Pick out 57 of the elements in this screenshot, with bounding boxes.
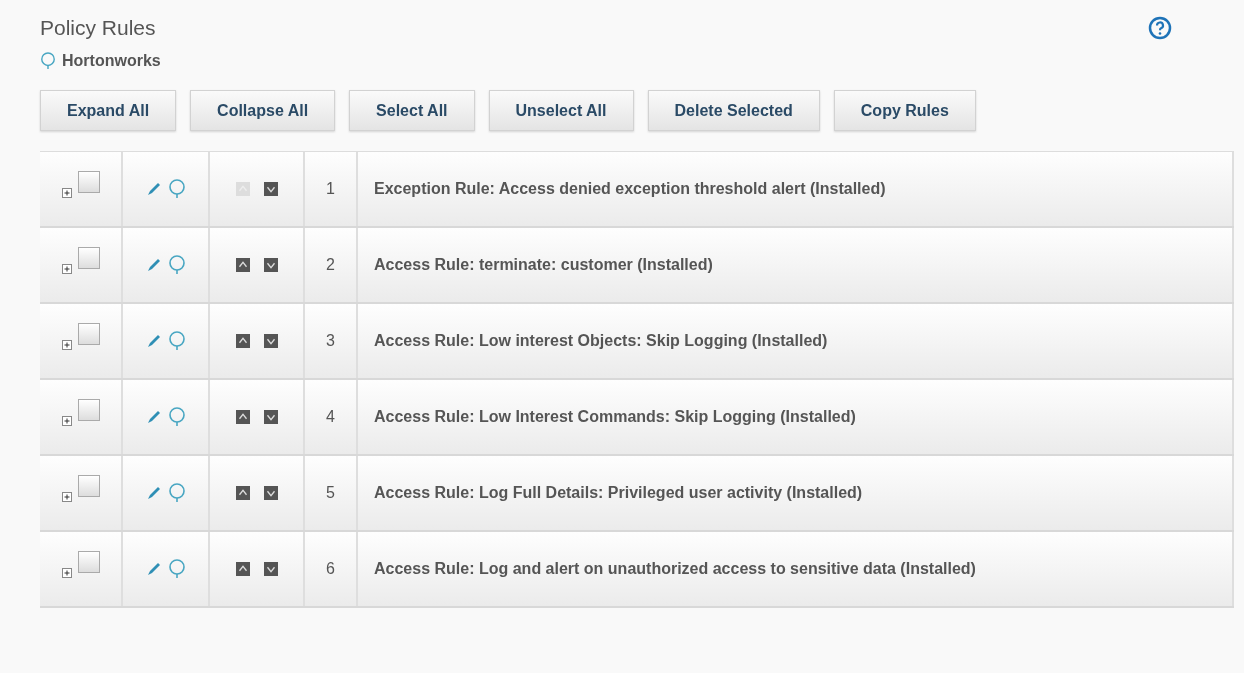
- row-checkbox[interactable]: [77, 323, 100, 345]
- expand-icon[interactable]: [61, 568, 72, 578]
- move-up-icon[interactable]: [235, 258, 250, 272]
- toolbar-button[interactable]: Collapse All: [190, 90, 336, 131]
- expand-icon[interactable]: [61, 340, 72, 350]
- expand-icon[interactable]: [61, 188, 72, 198]
- bubble-icon[interactable]: [40, 52, 56, 70]
- toolbar-button[interactable]: Delete Selected: [647, 90, 820, 131]
- rule-name[interactable]: Access Rule: Low Interest Commands: Skip Logging (Installed): [374, 408, 856, 426]
- rule-number: 4: [326, 408, 335, 426]
- page-title: Policy Rules: [40, 16, 156, 40]
- bubble-icon[interactable]: [167, 407, 186, 427]
- move-down-icon[interactable]: [263, 562, 278, 576]
- rule-number: 6: [326, 560, 335, 578]
- move-down-icon[interactable]: [263, 258, 278, 272]
- toolbar-button[interactable]: Expand All: [40, 90, 177, 131]
- pencil-icon[interactable]: [145, 409, 162, 425]
- move-down-icon[interactable]: [263, 334, 278, 348]
- expand-icon[interactable]: [61, 492, 72, 502]
- bubble-icon[interactable]: [167, 331, 186, 351]
- row-checkbox[interactable]: [77, 399, 100, 421]
- move-up-icon[interactable]: [235, 410, 250, 424]
- rule-name[interactable]: Exception Rule: Access denied exception threshold alert (Installed): [374, 180, 886, 198]
- pencil-icon[interactable]: [145, 333, 162, 349]
- toolbar-button[interactable]: Select All: [349, 90, 475, 131]
- row-checkbox[interactable]: [77, 247, 100, 269]
- toolbar-button[interactable]: Copy Rules: [833, 90, 976, 131]
- rule-number: 2: [326, 256, 335, 274]
- rule-number: 1: [326, 180, 335, 198]
- bubble-icon[interactable]: [167, 255, 186, 275]
- help-icon[interactable]: [1148, 16, 1172, 40]
- row-checkbox[interactable]: [77, 171, 100, 193]
- pencil-icon[interactable]: [145, 485, 162, 501]
- bubble-icon[interactable]: [167, 179, 186, 199]
- rule-name[interactable]: Access Rule: Log and alert on unauthorized access to sensitive data (Installed): [374, 560, 976, 578]
- row-checkbox[interactable]: [77, 551, 100, 573]
- pencil-icon[interactable]: [145, 257, 162, 273]
- rule-name[interactable]: Access Rule: Log Full Details: Privileged user activity (Installed): [374, 484, 863, 502]
- move-down-icon[interactable]: [263, 486, 278, 500]
- expand-icon[interactable]: [61, 416, 72, 426]
- bubble-icon[interactable]: [167, 559, 186, 579]
- row-checkbox[interactable]: [77, 475, 100, 497]
- policy-name: Hortonworks: [62, 52, 161, 70]
- pencil-icon[interactable]: [145, 181, 162, 197]
- rule-name[interactable]: Access Rule: terminate: customer (Installed): [374, 256, 713, 274]
- pencil-icon[interactable]: [145, 561, 162, 577]
- bubble-icon[interactable]: [167, 483, 186, 503]
- toolbar-button[interactable]: Unselect All: [488, 90, 634, 131]
- move-up-icon[interactable]: [235, 486, 250, 500]
- rule-number: 5: [326, 484, 335, 502]
- rule-name[interactable]: Access Rule: Low interest Objects: Skip Logging (Installed): [374, 332, 828, 350]
- rule-number: 3: [326, 332, 335, 350]
- move-up-icon[interactable]: [235, 334, 250, 348]
- move-down-icon[interactable]: [263, 182, 278, 196]
- move-up-icon[interactable]: [235, 562, 250, 576]
- move-down-icon[interactable]: [263, 410, 278, 424]
- expand-icon[interactable]: [61, 264, 72, 274]
